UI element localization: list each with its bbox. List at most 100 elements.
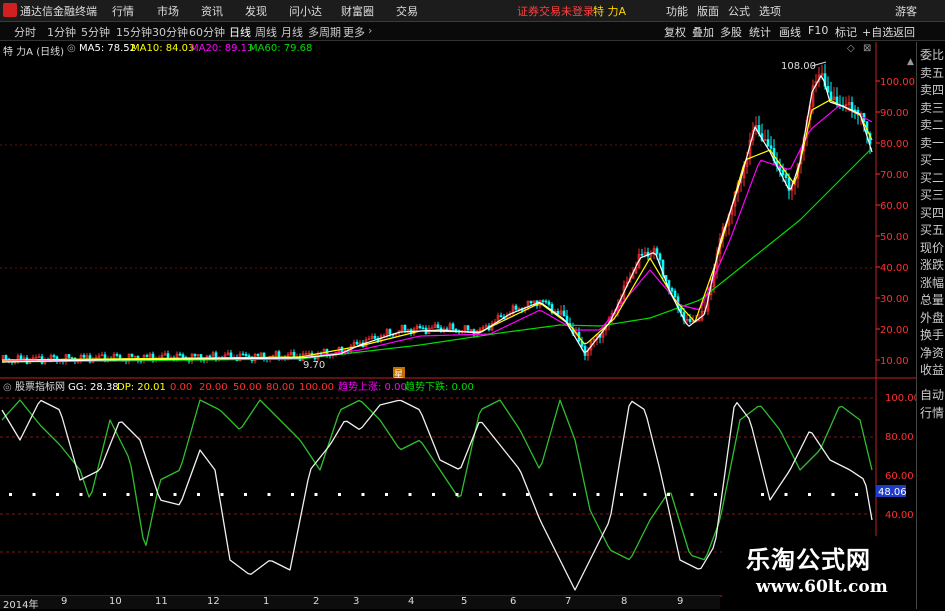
candle-body bbox=[355, 341, 359, 345]
candle-body bbox=[4, 355, 8, 360]
signal-dot bbox=[220, 493, 224, 496]
axis-m12: 12 bbox=[207, 596, 220, 607]
signal-dot bbox=[455, 493, 459, 496]
side-item[interactable]: 卖二 bbox=[920, 116, 944, 133]
signal-dot bbox=[32, 493, 36, 496]
signal-dot bbox=[173, 493, 177, 496]
candle-body bbox=[430, 327, 434, 330]
ma10-line bbox=[1, 99, 873, 361]
candle-body bbox=[445, 328, 449, 331]
candle-body bbox=[193, 353, 197, 357]
candle-body bbox=[544, 300, 548, 303]
candle-body bbox=[784, 174, 788, 179]
main-y-tick: 50.00 bbox=[880, 232, 909, 243]
low-annotation: 9.70 bbox=[303, 360, 325, 371]
signal-dot bbox=[385, 493, 388, 496]
candle-body bbox=[781, 170, 785, 175]
time-axis: 2014年 9 10 11 12 1 2 3 4 5 6 7 8 9 bbox=[0, 596, 720, 611]
candle-body bbox=[853, 109, 857, 112]
candle-body bbox=[421, 327, 425, 330]
main-y-tick: 10.00 bbox=[880, 356, 909, 367]
ma5-line bbox=[1, 75, 873, 363]
side-item[interactable]: 涨幅 bbox=[920, 274, 944, 291]
candle-body bbox=[658, 253, 662, 261]
axis-m1: 1 bbox=[263, 596, 270, 607]
signal-dot bbox=[573, 493, 576, 496]
signal-dot bbox=[338, 493, 341, 496]
side-item[interactable]: 委比 bbox=[920, 46, 944, 63]
candle-body bbox=[373, 335, 377, 339]
indicator-y-tick: 100.00 bbox=[885, 393, 916, 404]
main-y-tick: 30.00 bbox=[880, 294, 909, 305]
side-hangqing[interactable]: 行情 bbox=[920, 404, 944, 421]
signal-dot bbox=[831, 493, 835, 496]
watermark-url: www.60lt.com bbox=[756, 577, 888, 597]
candle-body bbox=[640, 253, 644, 256]
side-item[interactable]: 买五 bbox=[920, 221, 944, 238]
indicator-y-tick: 40.00 bbox=[885, 510, 914, 521]
axis-m10: 10 bbox=[109, 596, 122, 607]
signal-dot bbox=[643, 493, 647, 496]
candle-body bbox=[181, 354, 185, 358]
side-item[interactable]: 卖四 bbox=[920, 81, 944, 98]
candle-body bbox=[547, 301, 551, 305]
candle-body bbox=[292, 351, 296, 358]
candle-body bbox=[850, 102, 854, 111]
candle-body bbox=[67, 354, 71, 358]
indicator-settings-icon[interactable]: ◎ bbox=[3, 382, 12, 393]
watermark-title: 乐淘公式网 bbox=[746, 545, 871, 574]
candle-body bbox=[583, 345, 587, 356]
candle-body bbox=[673, 290, 677, 298]
candle-body bbox=[655, 248, 659, 255]
scroll-up-icon[interactable]: ▲ bbox=[907, 57, 914, 67]
signal-dot bbox=[361, 493, 365, 496]
dp-label: DP: 20.01 bbox=[117, 382, 166, 393]
main-y-tick: 60.00 bbox=[880, 201, 909, 212]
side-item[interactable]: 收益 bbox=[920, 361, 944, 378]
side-item[interactable]: 换手 bbox=[920, 326, 944, 343]
high-annotation: 108.00 bbox=[781, 61, 816, 72]
side-item[interactable]: 涨跌 bbox=[920, 256, 944, 273]
side-item[interactable]: 卖五 bbox=[920, 64, 944, 81]
candle-body bbox=[82, 354, 86, 358]
candle-body bbox=[454, 329, 458, 331]
axis-m8: 8 bbox=[621, 596, 628, 607]
signal-dot bbox=[502, 493, 506, 496]
side-item[interactable]: 卖三 bbox=[920, 99, 944, 116]
candle-body bbox=[769, 145, 773, 149]
signal-dot bbox=[267, 493, 271, 496]
candle-body bbox=[529, 300, 533, 304]
candle-body bbox=[670, 288, 674, 292]
gg-label: GG: 28.38 bbox=[68, 382, 119, 393]
side-auto[interactable]: 自动 bbox=[920, 386, 944, 403]
candle-body bbox=[178, 353, 182, 356]
level-100: 100.00 bbox=[299, 382, 334, 393]
event-marker[interactable]: 星 bbox=[394, 369, 403, 380]
kline-chart[interactable]: 100.0090.0080.0070.0060.0050.0040.0030.0… bbox=[0, 0, 916, 609]
level-20: 20.00 bbox=[199, 382, 228, 393]
quote-side-panel: 委比 卖五 卖四 卖三 卖二 卖一 买一 买二 买三 买四 买五 现价 涨跌 涨幅 总量 外盘 换手 净资 收益 自… bbox=[916, 42, 945, 609]
side-item[interactable]: 买二 bbox=[920, 169, 944, 186]
signal-dot bbox=[103, 493, 106, 496]
signal-dot bbox=[526, 493, 529, 496]
side-item[interactable]: 卖一 bbox=[920, 134, 944, 151]
signal-dot bbox=[79, 493, 83, 496]
candle-body bbox=[436, 324, 440, 329]
current-indicator-value: 48.06 bbox=[878, 487, 907, 498]
trend-up-label: 趋势上涨: 0.00 bbox=[338, 380, 407, 393]
main-y-tick: 20.00 bbox=[880, 325, 909, 336]
side-item[interactable]: 外盘 bbox=[920, 309, 944, 326]
side-item[interactable]: 总量 bbox=[920, 291, 944, 308]
main-y-tick: 80.00 bbox=[880, 139, 909, 150]
side-item[interactable]: 买三 bbox=[920, 186, 944, 203]
side-item[interactable]: 买四 bbox=[920, 204, 944, 221]
side-item[interactable]: 现价 bbox=[920, 239, 944, 256]
signal-dot bbox=[620, 493, 623, 496]
side-item[interactable]: 买一 bbox=[920, 151, 944, 168]
signal-dot bbox=[667, 493, 670, 496]
side-item[interactable]: 净资 bbox=[920, 344, 944, 361]
indicator-y-tick: 60.00 bbox=[885, 471, 914, 482]
signal-dot bbox=[479, 493, 482, 496]
candle-body bbox=[562, 310, 566, 317]
trend-down-label: 趋势下跌: 0.00 bbox=[405, 380, 474, 393]
